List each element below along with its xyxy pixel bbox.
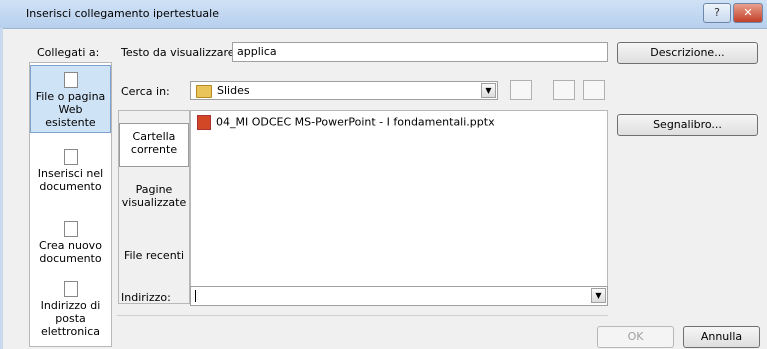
description-button[interactable]: Descrizione... — [617, 42, 758, 64]
divider — [117, 315, 608, 316]
existing-file-label-3: esistente — [45, 116, 96, 129]
help-button[interactable]: ? — [703, 3, 731, 23]
link-to-existing-file[interactable]: File o pagina Web esistente — [30, 65, 111, 133]
recent-files-label: File recenti — [123, 249, 185, 262]
current-folder-label-2: corrente — [130, 143, 178, 156]
look-in-dropdown[interactable]: Slides ▼ — [190, 81, 498, 100]
new-doc-label-2: documento — [39, 252, 102, 265]
close-button[interactable]: ✕ — [733, 3, 763, 23]
file-name: 04_MI ODCEC MS-PowerPoint - I fondamenta… — [216, 115, 495, 129]
file-list[interactable]: 04_MI ODCEC MS-PowerPoint - I fondamenta… — [190, 110, 608, 304]
hyperlink-dialog: Inserisci collegamento ipertestuale ? ✕ … — [0, 0, 767, 349]
look-in-label: Cerca in: — [121, 85, 170, 98]
new-doc-label-1: Crea nuovo — [39, 239, 102, 252]
browse-nav: Cartella corrente Pagine visualizzate Fi… — [118, 110, 190, 304]
pptx-icon — [197, 115, 211, 130]
ok-button[interactable]: OK — [597, 326, 674, 348]
email-label-1: Indirizzo di — [40, 299, 101, 312]
text-to-display-label: Testo da visualizzare: — [121, 46, 239, 59]
folder-icon — [196, 84, 212, 98]
text-to-display-input[interactable]: applica — [232, 42, 608, 62]
look-in-value: Slides — [217, 84, 250, 97]
link-to-email-address[interactable]: Indirizzo di posta elettronica — [30, 281, 111, 345]
browse-web-button[interactable] — [553, 80, 575, 100]
link-to-label: Collegati a: — [37, 46, 100, 59]
browsed-pages-label-2: visualizzate — [121, 196, 187, 209]
list-item[interactable]: 04_MI ODCEC MS-PowerPoint - I fondamenta… — [197, 115, 495, 130]
link-to-new-document[interactable]: Crea nuovo documento — [30, 221, 111, 277]
email-label-2: posta — [55, 312, 86, 325]
up-folder-button[interactable] — [510, 80, 532, 100]
existing-file-label-1: File o pagina — [35, 90, 106, 103]
current-folder-label-1: Cartella — [132, 130, 176, 143]
text-cursor — [195, 290, 196, 302]
chevron-down-icon[interactable]: ▼ — [591, 288, 606, 303]
dialog-title: Inserisci collegamento ipertestuale — [26, 7, 219, 20]
browsed-pages-label-1: Pagine — [135, 183, 173, 196]
cancel-button[interactable]: Annulla — [683, 326, 760, 348]
window-edge — [0, 28, 3, 349]
address-input[interactable]: ▼ — [190, 286, 608, 306]
tab-current-folder[interactable]: Cartella corrente — [119, 123, 189, 167]
chevron-down-icon[interactable]: ▼ — [481, 83, 496, 98]
place-label-2: documento — [39, 180, 102, 193]
existing-file-label-2: Web — [58, 103, 83, 116]
browse-file-button[interactable] — [583, 80, 605, 100]
tab-browsed-pages[interactable]: Pagine visualizzate — [119, 183, 189, 217]
title-bar: Inserisci collegamento ipertestuale ? ✕ — [0, 0, 767, 29]
link-to-sidebar: File o pagina Web esistente Inserisci ne… — [29, 62, 112, 347]
new-document-icon — [63, 221, 78, 237]
document-place-icon — [63, 149, 78, 165]
address-label: Indirizzo: — [121, 291, 171, 304]
bookmark-button[interactable]: Segnalibro... — [617, 114, 758, 136]
place-label-1: Inserisci nel — [37, 167, 104, 180]
link-to-place-in-document[interactable]: Inserisci nel documento — [30, 149, 111, 205]
file-web-icon — [63, 72, 78, 88]
tab-recent-files[interactable]: File recenti — [119, 249, 189, 269]
email-label-3: elettronica — [40, 325, 101, 338]
email-icon — [63, 281, 78, 297]
